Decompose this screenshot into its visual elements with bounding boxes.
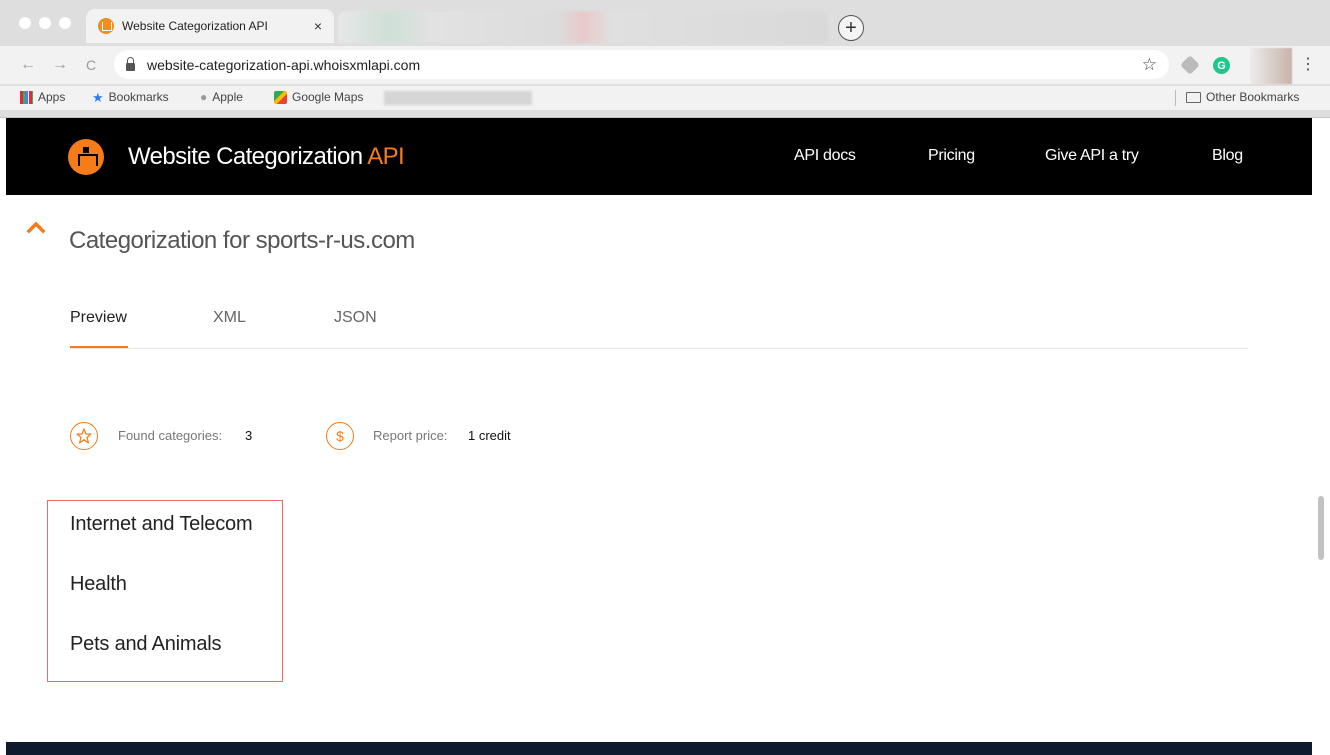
bookmark-apps[interactable]: Apps (20, 90, 65, 104)
bookmark-label: Apple (212, 90, 243, 104)
bookmarks-bar: Apps ★ Bookmarks ● Apple Google Maps Oth… (0, 86, 1330, 110)
browser-menu-icon[interactable]: ⋮ (1300, 54, 1316, 74)
tab-xml[interactable]: XML (213, 309, 246, 327)
maximize-window-button[interactable] (59, 17, 71, 29)
site-header: Website Categorization API API docs Pric… (6, 118, 1312, 195)
maps-pin-icon (274, 90, 287, 104)
star-icon: ★ (92, 89, 104, 105)
active-tab-indicator (70, 346, 128, 348)
bookmark-other[interactable]: Other Bookmarks (1186, 90, 1299, 104)
tab-json[interactable]: JSON (334, 309, 377, 327)
nav-pricing[interactable]: Pricing (928, 147, 975, 165)
browser-toolbar: ← → C website-categorization-api.whoisxm… (0, 46, 1330, 84)
dollar-icon: $ (326, 422, 354, 450)
list-item: Internet and Telecom (70, 513, 253, 535)
profile-avatar[interactable] (1250, 48, 1292, 84)
tab-preview[interactable]: Preview (70, 309, 127, 327)
star-outline-icon (70, 422, 98, 450)
nav-api-docs[interactable]: API docs (794, 147, 856, 165)
brand-accent-text: API (367, 143, 405, 170)
sitemap-logo-icon[interactable] (68, 139, 104, 175)
brand-main-text: Website Categorization (128, 143, 368, 170)
categories-list: Internet and Telecom Health Pets and Ani… (47, 500, 283, 682)
bookmark-blurred[interactable] (384, 91, 532, 105)
bookmark-label: Apps (38, 90, 66, 104)
bookmark-star-icon[interactable]: ☆ (1142, 55, 1157, 75)
nav-give-api-a-try[interactable]: Give API a try (1045, 147, 1139, 165)
browser-chrome: Website Categorization API × + ← → C web… (0, 0, 1330, 118)
nav-blog[interactable]: Blog (1212, 147, 1243, 165)
reload-icon[interactable]: C (86, 57, 96, 73)
drive-extension-icon[interactable] (1180, 55, 1200, 75)
bookmark-label: Bookmarks (108, 90, 169, 104)
brand-title[interactable]: Website Categorization API (128, 143, 405, 171)
address-bar[interactable]: website-categorization-api.whoisxmlapi.c… (114, 50, 1169, 79)
minimize-window-button[interactable] (39, 17, 51, 29)
found-categories-label: Found categories: (118, 428, 223, 443)
report-price-label: Report price: (373, 428, 448, 443)
report-tabs: Preview XML JSON (70, 307, 1248, 349)
list-item: Pets and Animals (70, 633, 222, 655)
bookmarks-divider (1175, 90, 1176, 106)
apple-icon: ● (200, 89, 208, 104)
new-tab-button[interactable]: + (838, 15, 864, 41)
bookmark-apple[interactable]: ● Apple (200, 90, 243, 104)
lock-icon (126, 56, 135, 71)
report-price-value: 1 credit (468, 428, 511, 443)
site-footer (6, 742, 1312, 755)
page-scrollbar[interactable] (1318, 496, 1324, 560)
bookmark-label: Other Bookmarks (1206, 90, 1300, 104)
back-arrow-icon[interactable]: ← (20, 56, 36, 74)
list-item: Health (70, 573, 127, 595)
tab-title: Website Categorization API (122, 19, 268, 33)
window-controls (19, 17, 71, 29)
found-categories-value: 3 (245, 428, 253, 443)
close-window-button[interactable] (19, 17, 31, 29)
chevron-up-icon[interactable] (26, 220, 46, 234)
report-title: Categorization for sports-r-us.com (69, 227, 415, 254)
url-text[interactable]: website-categorization-api.whoisxmlapi.c… (147, 57, 1142, 73)
tab-close-icon[interactable]: × (314, 18, 322, 34)
bookmark-google-maps[interactable]: Google Maps (274, 90, 363, 104)
browser-tab-blurred[interactable] (338, 11, 828, 43)
bookmark-bookmarks[interactable]: ★ Bookmarks (92, 90, 169, 104)
bookmark-label: Google Maps (292, 90, 364, 104)
apps-grid-icon (20, 90, 33, 104)
folder-icon (1186, 91, 1201, 103)
page-content: Website Categorization API API docs Pric… (6, 118, 1312, 755)
grammarly-extension-icon[interactable]: G (1213, 57, 1230, 74)
site-favicon-icon (98, 18, 114, 34)
browser-tab-active[interactable]: Website Categorization API × (86, 9, 334, 43)
forward-arrow-icon[interactable]: → (52, 56, 68, 74)
